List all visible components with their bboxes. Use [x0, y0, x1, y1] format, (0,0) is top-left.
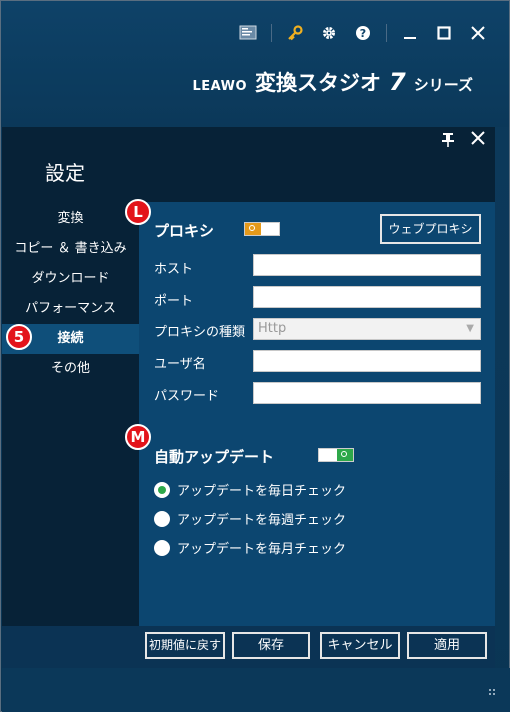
reset-defaults-button[interactable]: 初期値に戻す	[145, 632, 225, 659]
radio-label: アップデートを毎日チェック	[177, 484, 347, 499]
callout-badge-m: M	[125, 424, 151, 450]
proxy-type-select[interactable]: Http ▼	[253, 318, 481, 340]
username-input[interactable]	[253, 350, 481, 372]
toggle-knob	[245, 223, 261, 235]
gear-icon[interactable]	[312, 21, 346, 45]
port-label: ポート	[154, 294, 194, 309]
screen-icon[interactable]	[231, 21, 265, 45]
radio-button[interactable]	[154, 510, 170, 527]
radio-weekly[interactable]: アップデートを毎週チェック	[154, 509, 346, 528]
brand-name: LEAWO	[192, 79, 248, 94]
host-input[interactable]	[253, 254, 481, 276]
close-icon[interactable]	[461, 21, 495, 45]
app-window: ? LEAWO 変換スタジオ 7 シリーズ 設定 変換 コピー ＆ 書き込み ダ…	[0, 0, 510, 712]
resize-grip-icon[interactable]	[488, 688, 496, 696]
radio-monthly[interactable]: アップデートを毎月チェック	[154, 538, 346, 557]
toggle-knob	[337, 449, 353, 461]
password-input[interactable]	[253, 382, 481, 404]
radio-label: アップデートを毎週チェック	[177, 513, 347, 528]
proxy-type-label: プロキシの種類	[154, 325, 246, 340]
connection-settings: L プロキシ ウェブプロキシ ホスト ポート プロキシの種類 Http ▼ ユー…	[125, 199, 495, 626]
settings-panel: 設定 変換 コピー ＆ 書き込み ダウンロード パフォーマンス 接続 その他 5…	[2, 127, 495, 626]
settings-footer: 初期値に戻す 保存 キャンセル 適用	[2, 626, 495, 668]
radio-button[interactable]	[154, 539, 170, 556]
port-input[interactable]	[253, 286, 481, 308]
proxy-type-value: Http	[258, 321, 287, 336]
title-bar: ? LEAWO 変換スタジオ 7 シリーズ	[1, 1, 509, 127]
radio-daily[interactable]: アップデートを毎日チェック	[154, 480, 346, 499]
app-logo: LEAWO 変換スタジオ 7 シリーズ	[192, 67, 473, 97]
sidebar-item-other[interactable]: その他	[2, 354, 139, 384]
sidebar-item-performance[interactable]: パフォーマンス	[2, 294, 139, 324]
radio-button[interactable]	[154, 481, 170, 498]
app-title: 変換スタジオ	[255, 71, 382, 95]
callout-badge-l: L	[125, 199, 151, 225]
pin-icon[interactable]	[441, 131, 455, 151]
username-label: ユーザ名	[154, 357, 206, 372]
app-version: 7	[389, 68, 406, 96]
help-icon[interactable]: ?	[346, 21, 380, 45]
chevron-down-icon: ▼	[466, 323, 474, 334]
title-bar-separator	[386, 24, 387, 42]
apply-button[interactable]: 適用	[407, 632, 487, 659]
password-label: パスワード	[154, 389, 220, 404]
status-bar	[2, 668, 510, 712]
key-icon[interactable]	[278, 21, 312, 45]
auto-update-toggle[interactable]	[318, 448, 354, 462]
settings-title: 設定	[45, 161, 85, 185]
host-label: ホスト	[154, 262, 194, 277]
radio-label: アップデートを毎月チェック	[177, 542, 347, 557]
web-proxy-button[interactable]: ウェブプロキシ	[380, 214, 481, 244]
settings-header: 設定	[2, 127, 495, 202]
sidebar-item-copy-burn[interactable]: コピー ＆ 書き込み	[2, 234, 139, 264]
sidebar-item-convert[interactable]: 変換	[2, 204, 139, 234]
close-settings-icon[interactable]	[471, 129, 485, 150]
save-button[interactable]: 保存	[232, 632, 310, 659]
cancel-button[interactable]: キャンセル	[320, 632, 400, 659]
app-series: シリーズ	[413, 76, 473, 94]
title-bar-icons: ?	[231, 21, 495, 45]
minimize-icon[interactable]	[393, 21, 427, 45]
settings-sidebar: 変換 コピー ＆ 書き込み ダウンロード パフォーマンス 接続 その他 5	[2, 202, 139, 626]
auto-update-title: 自動アップデート	[154, 448, 275, 466]
maximize-icon[interactable]	[427, 21, 461, 45]
callout-badge-5: 5	[6, 324, 32, 350]
proxy-title: プロキシ	[154, 222, 215, 240]
sidebar-item-download[interactable]: ダウンロード	[2, 264, 139, 294]
title-bar-separator	[271, 24, 272, 42]
svg-text:?: ?	[360, 27, 366, 40]
proxy-toggle[interactable]	[244, 222, 280, 236]
